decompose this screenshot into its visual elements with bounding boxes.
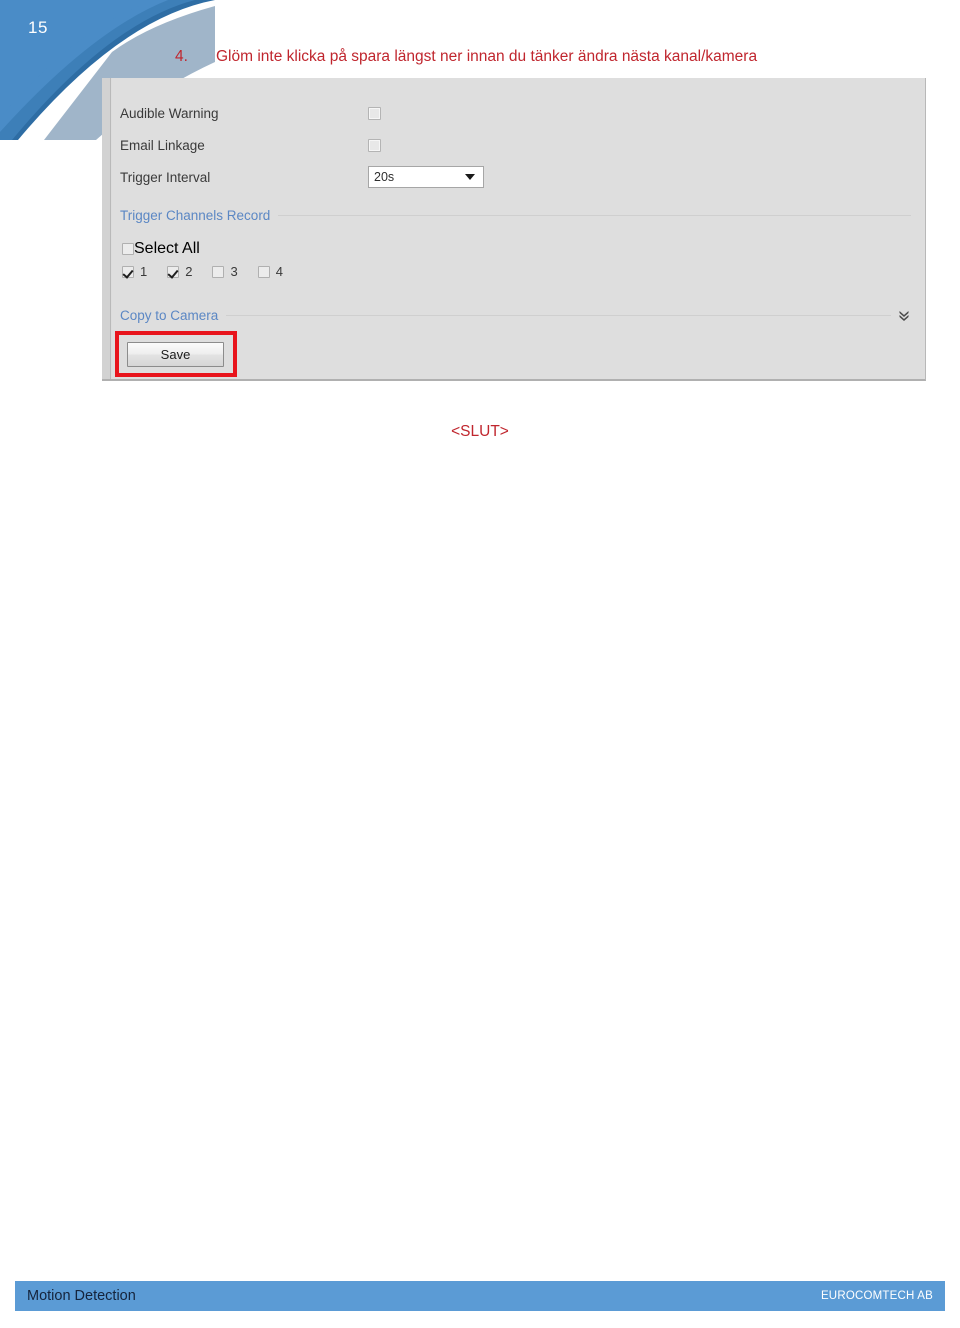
channel-item-2[interactable]: 2 — [167, 264, 192, 279]
channel-label-3: 3 — [230, 264, 238, 279]
row-audible-warning: Audible Warning — [120, 102, 381, 124]
row-select-all[interactable]: Select All — [122, 240, 200, 258]
trigger-channels-record-title: Trigger Channels Record — [120, 207, 271, 223]
select-all-label: Select All — [134, 240, 200, 257]
row-channel-checkboxes: 1 2 3 4 — [122, 264, 303, 279]
copy-to-camera-title: Copy to Camera — [120, 307, 219, 323]
section-divider — [278, 214, 911, 216]
instruction-text: Glöm inte klicka på spara längst ner inn… — [216, 48, 758, 65]
channel-item-1[interactable]: 1 — [122, 264, 147, 279]
trigger-interval-dropdown[interactable]: 20s — [368, 166, 484, 188]
row-trigger-interval: Trigger Interval 20s — [120, 166, 484, 188]
channel-checkbox-2[interactable] — [167, 265, 180, 278]
instruction-number: 4. — [175, 48, 188, 65]
section-trigger-channels-record: Trigger Channels Record — [120, 206, 911, 224]
audible-warning-label: Audible Warning — [120, 105, 219, 121]
section-copy-to-camera: Copy to Camera — [120, 306, 911, 324]
panel-left-rail — [102, 78, 111, 379]
channel-item-3[interactable]: 3 — [212, 264, 238, 279]
settings-panel: Audible Warning Email Linkage Trigger In… — [112, 78, 925, 379]
row-email-linkage: Email Linkage — [120, 134, 381, 156]
email-linkage-checkbox[interactable] — [368, 138, 381, 152]
audible-warning-checkbox[interactable] — [368, 106, 381, 120]
footer-company-name: EUROCOMTECH AB — [820, 1290, 933, 1302]
email-linkage-label: Email Linkage — [120, 137, 205, 153]
save-button[interactable]: Save — [127, 342, 224, 367]
page-number: 15 — [28, 18, 48, 37]
channel-label-1: 1 — [140, 264, 148, 279]
section-divider — [226, 314, 891, 316]
embedded-app-screenshot: Audible Warning Email Linkage Trigger In… — [102, 78, 926, 381]
end-marker: <SLUT> — [451, 423, 509, 440]
trigger-interval-value: 20s — [374, 170, 395, 184]
footer-section-title: Motion Detection — [27, 1288, 136, 1304]
trigger-interval-label: Trigger Interval — [120, 169, 211, 185]
chevron-down-icon — [465, 174, 475, 180]
channel-item-4[interactable]: 4 — [257, 264, 283, 279]
channel-checkbox-3[interactable] — [212, 265, 225, 278]
channel-checkbox-1[interactable] — [122, 265, 134, 278]
page-footer: Motion Detection EUROCOMTECH AB — [15, 1281, 945, 1311]
double-chevron-down-icon[interactable] — [897, 308, 911, 322]
channel-label-4: 4 — [275, 264, 283, 279]
channel-checkbox-4[interactable] — [257, 265, 270, 278]
channel-label-2: 2 — [185, 264, 193, 279]
instruction-line: 4. Glöm inte klicka på spara längst ner … — [175, 48, 757, 66]
select-all-checkbox[interactable] — [122, 243, 134, 255]
